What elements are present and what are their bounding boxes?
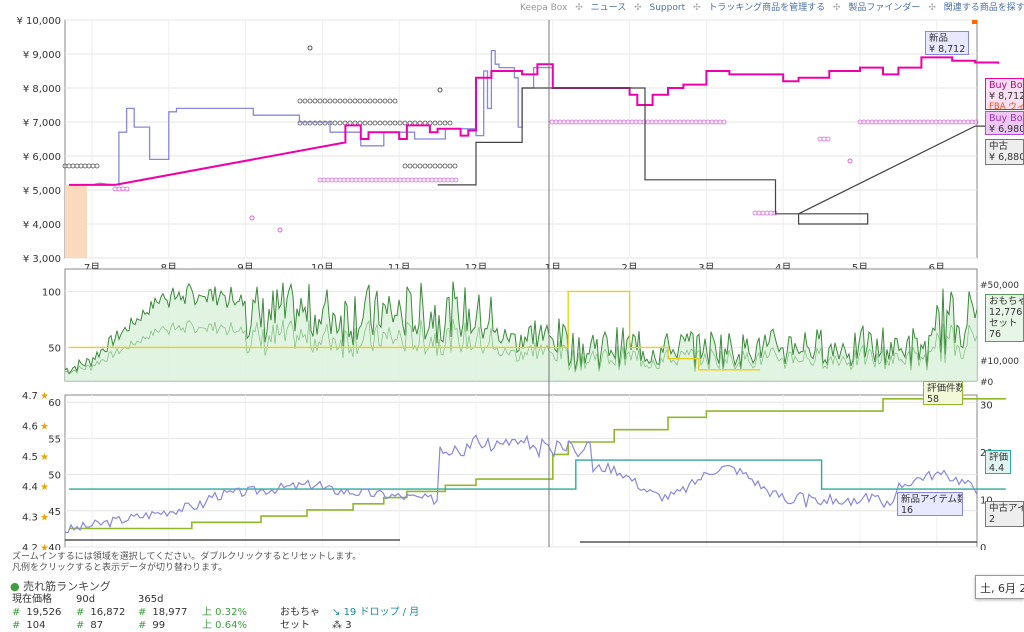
reviews-y-tick-label: 45 <box>48 507 61 518</box>
row2-365d: #99 <box>138 620 166 631</box>
sales-rank-title-row[interactable]: ● 売れ筋ランキング <box>10 580 111 593</box>
star-icon: ★ <box>40 391 49 402</box>
reviews-y-tick-label: 60 <box>48 398 61 409</box>
star-icon: ★ <box>40 513 49 524</box>
rating-tag-value: 4.4 <box>989 463 1005 474</box>
row1-drops: ↘ 19 ドロップ / 月 <box>332 607 420 618</box>
price-y-tick-label: ¥ 6,000 <box>23 152 61 163</box>
row1-90d: #16,872 <box>76 607 126 618</box>
sales-rank-tag-value2: 76 <box>989 329 1002 340</box>
buybox-tag-fba: FBA ウィ <box>989 102 1024 110</box>
zoom-hint-line2: 凡例をクリックすると表示データが切り替わります。 <box>12 563 228 573</box>
used-count-tag[interactable]: 中古アイテム 2 <box>985 501 1024 527</box>
star-rating-tick-label: 4.4 <box>22 482 38 493</box>
reviews-y-tick-label: 40 <box>48 543 61 550</box>
star-rating-tick-label: 4.2 <box>22 543 38 550</box>
used-count-tag-title: 中古アイテム <box>989 503 1023 514</box>
rank-right-tick-label: #10,000 <box>980 357 1019 367</box>
header-365d: 365d <box>138 594 164 605</box>
used-count-tag-value: 2 <box>989 514 996 525</box>
users-icon: ⁂ <box>332 620 346 631</box>
rank-right-tick-label: #50,000 <box>980 281 1019 291</box>
buybox-used-price-tag[interactable]: Buy Box ≈ ¥ 6,980 <box>985 111 1024 135</box>
new-count-tag[interactable]: 新品アイテム数 16 <box>897 492 963 516</box>
sales-rank-summary: ● 売れ筋ランキング 現在価格 90d 365d #19,526 #16,872… <box>10 580 419 632</box>
row2-change: 上 0.64% <box>202 620 247 631</box>
reviews-chart-panel[interactable]: 40455055604.2★4.3★4.4★4.5★4.6★4.7★010203… <box>22 391 1006 550</box>
rating-tag-title: 評価 <box>989 452 1009 463</box>
new-price-tag[interactable]: 新品 ¥ 8,712 <box>925 31 969 55</box>
review-count-tag-value: 58 <box>927 394 940 405</box>
used-price-tag[interactable]: 中古 ¥ 6,880 <box>985 139 1024 165</box>
date-tooltip: 土, 6月 2 <box>975 575 1024 599</box>
row2-extra: ⁂ 3 <box>332 620 352 631</box>
star-rating-tick-label: 4.3 <box>22 513 38 524</box>
new-count-tag-title: 新品アイテム数 <box>901 494 963 505</box>
price-y-axis: ¥ 3,000 ¥ 4,000 ¥ 5,000 ¥ 6,000 ¥ 7,000 ¥ 8,0… <box>16 16 61 265</box>
zoom-hint-line1: ズームインするには領域を選択してください。ダブルクリックするとリセットします。 <box>12 552 362 562</box>
sales-rank-title: 売れ筋ランキング <box>23 580 111 593</box>
drop-arrow-icon: ↘ <box>332 607 344 618</box>
star-icon: ★ <box>40 421 49 432</box>
sales-rank-tag-value: 12,776 <box>989 307 1023 318</box>
keepa-chart[interactable]: ¥ 3,000 ¥ 4,000 ¥ 5,000 ¥ 6,000 ¥ 7,000 ¥ 8,0… <box>0 0 1024 550</box>
buybox-used-tag-title: Buy Box ≈ <box>989 113 1023 124</box>
new-price-tag-title: 新品 <box>929 33 949 44</box>
legend-dot-icon: ● <box>10 580 20 593</box>
price-y-tick-label: ¥ 4,000 <box>23 220 61 231</box>
zoom-hint: ズームインするには領域を選択してください。ダブルクリックするとリセットします。 … <box>12 552 361 574</box>
sales-rank-header-row: 現在価格 90d 365d <box>10 593 163 606</box>
row1-category[interactable]: おもちゃ <box>280 606 320 619</box>
new-count-tag-value: 16 <box>901 505 914 516</box>
price-edge-marker <box>972 20 977 24</box>
price-y-tick-label: ¥ 10,000 <box>16 16 61 27</box>
price-y-tick-label: ¥ 3,000 <box>23 254 61 265</box>
buybox-tag-title: Buy Box <box>989 80 1024 91</box>
new-price-tag-value: ¥ 8,712 <box>929 44 966 55</box>
row1-change: 上 0.32% <box>202 607 247 618</box>
star-icon: ★ <box>40 543 49 550</box>
used-tag-title: 中古 <box>989 141 1009 152</box>
reviews-right-tick-label: 0 <box>980 543 986 550</box>
sales-rank-tag-title: おもちゃ <box>989 296 1024 307</box>
header-current: 現在価格 <box>12 594 52 605</box>
price-chart-panel[interactable]: ¥ 3,000 ¥ 4,000 ¥ 5,000 ¥ 6,000 ¥ 7,000 ¥ 8,0… <box>16 16 1006 274</box>
sales-rank-row: #104 #87 #99 上 0.64% セット ⁂ 3 <box>10 619 352 632</box>
sales-rank-tag[interactable]: おもちゃ 12,776 セット 76 <box>985 294 1024 342</box>
row2-category[interactable]: セット <box>280 619 310 632</box>
row1-365d: #18,977 <box>138 607 188 618</box>
rank-y-tick-label: 50 <box>48 343 61 354</box>
review-count-tag[interactable]: 評価件数 58 <box>923 381 963 405</box>
rank-right-tick-label: #0 <box>980 378 994 388</box>
price-y-tick-label: ¥ 9,000 <box>23 50 61 61</box>
star-rating-tick-label: 4.5 <box>22 452 38 463</box>
price-y-tick-label: ¥ 8,000 <box>23 84 61 95</box>
rating-tag[interactable]: 評価 4.4 <box>985 450 1011 474</box>
sales-rank-chart-panel[interactable]: 50 100 #0 #10,000 #50,000 <box>42 268 1019 388</box>
reviews-y-tick-label: 55 <box>48 434 61 445</box>
header-90d: 90d <box>76 594 96 605</box>
sales-rank-row: #19,526 #16,872 #18,977 上 0.32% おもちゃ ↘ 1… <box>10 606 419 619</box>
buybox-tag-value: ¥ 8,712 <box>989 91 1024 102</box>
reviews-frame <box>64 394 978 548</box>
row2-current: #104 <box>12 620 46 631</box>
sales-rank-tag-extra: セット <box>989 318 1018 329</box>
buybox-price-tag[interactable]: Buy Box ¥ 8,712 FBA ウィ <box>985 78 1024 110</box>
star-icon: ★ <box>40 482 49 493</box>
price-y-tick-label: ¥ 5,000 <box>23 186 61 197</box>
fba-span-area <box>65 184 87 258</box>
star-rating-tick-label: 4.7 <box>22 391 38 402</box>
used-tag-value: ¥ 6,880 <box>989 152 1024 163</box>
price-chart-frame <box>64 19 978 259</box>
rank-y-tick-label: 100 <box>42 287 61 298</box>
review-count-tag-title: 評価件数 <box>927 383 963 394</box>
reviews-right-tick-label: 30 <box>980 401 993 412</box>
price-y-tick-label: ¥ 7,000 <box>23 118 61 129</box>
reviews-y-tick-label: 50 <box>48 471 61 482</box>
star-icon: ★ <box>40 452 49 463</box>
row1-current: #19,526 <box>12 607 62 618</box>
row2-90d: #87 <box>76 620 104 631</box>
buybox-used-tag-value: ¥ 6,980 <box>989 124 1024 135</box>
star-rating-tick-label: 4.6 <box>22 421 38 432</box>
